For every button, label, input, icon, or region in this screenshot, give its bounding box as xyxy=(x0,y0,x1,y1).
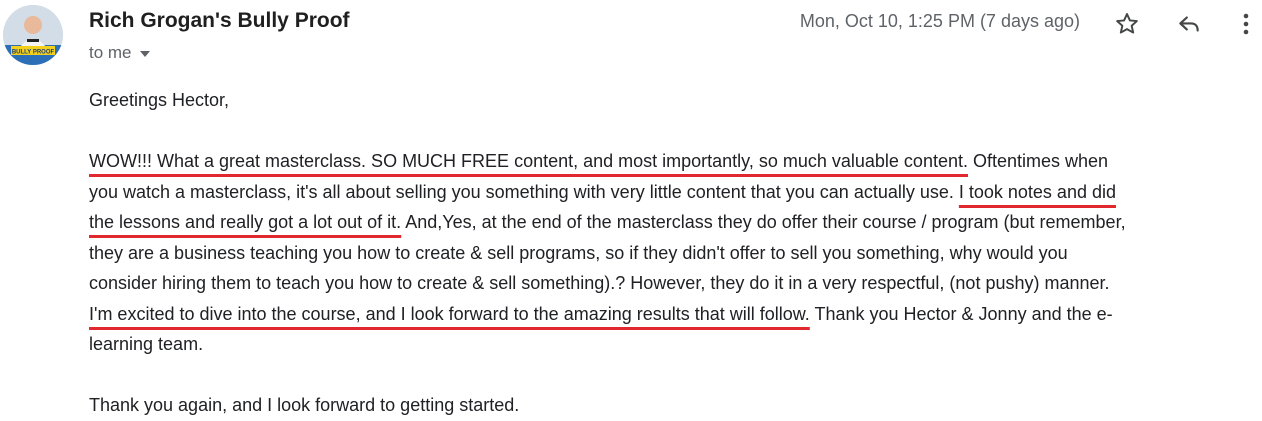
avatar[interactable]: BULLY PROOF xyxy=(3,5,63,65)
email-date: Mon, Oct 10, 1:25 PM (7 days ago) xyxy=(799,11,1080,31)
email-body: Greetings Hector, WOW!!! What a great ma… xyxy=(89,85,1259,421)
recipient-details-toggle[interactable]: to me xyxy=(89,43,150,63)
body-text-segment: you watch a masterclass, it's all about … xyxy=(89,181,959,202)
highlighted-text: the lessons and really got a lot out of … xyxy=(89,212,402,232)
body-line: you watch a masterclass, it's all about … xyxy=(89,177,1259,208)
avatar-logo-text: BULLY PROOF xyxy=(12,50,55,56)
body-line: learning team. xyxy=(89,334,204,354)
body-paragraph: WOW!!! What a great masterclass. SO MUCH… xyxy=(89,146,1259,360)
highlighted-text: I took notes and did xyxy=(958,181,1116,202)
recipient-label: to me xyxy=(89,43,132,62)
body-line: WOW!!! What a great masterclass. SO MUCH… xyxy=(89,146,1259,177)
highlighted-text: WOW!!! What a great masterclass. SO MUCH… xyxy=(89,151,968,171)
body-text-segment: And,Yes, at the end of the masterclass t… xyxy=(401,212,1126,232)
closing-line: Thank you again, and I look forward to g… xyxy=(89,395,520,415)
sender-name: Rich Grogan's Bully Proof xyxy=(89,9,350,32)
body-text-segment: Thank you Hector & Jonny and the e- xyxy=(809,303,1113,324)
body-line: consider hiring them to teach you how to… xyxy=(89,273,1110,293)
reply-icon xyxy=(1179,16,1199,32)
body-line: the lessons and really got a lot out of … xyxy=(89,207,1259,238)
body-text-segment: Oftentimes when xyxy=(967,151,1109,171)
star-icon xyxy=(1116,13,1138,34)
star-button[interactable] xyxy=(1111,8,1143,40)
body-line: I'm excited to dive into the course, and… xyxy=(89,299,1259,330)
more-vert-icon xyxy=(1243,13,1249,35)
body-line: they are a business teaching you how to … xyxy=(89,242,1068,263)
more-options-button[interactable] xyxy=(1236,8,1256,40)
highlighted-text: I'm excited to dive into the course, and… xyxy=(89,303,810,324)
reply-button[interactable] xyxy=(1173,8,1205,40)
chevron-down-icon[interactable] xyxy=(139,51,150,57)
greeting: Greetings Hector, xyxy=(89,90,230,110)
avatar-image: BULLY PROOF xyxy=(3,5,63,65)
